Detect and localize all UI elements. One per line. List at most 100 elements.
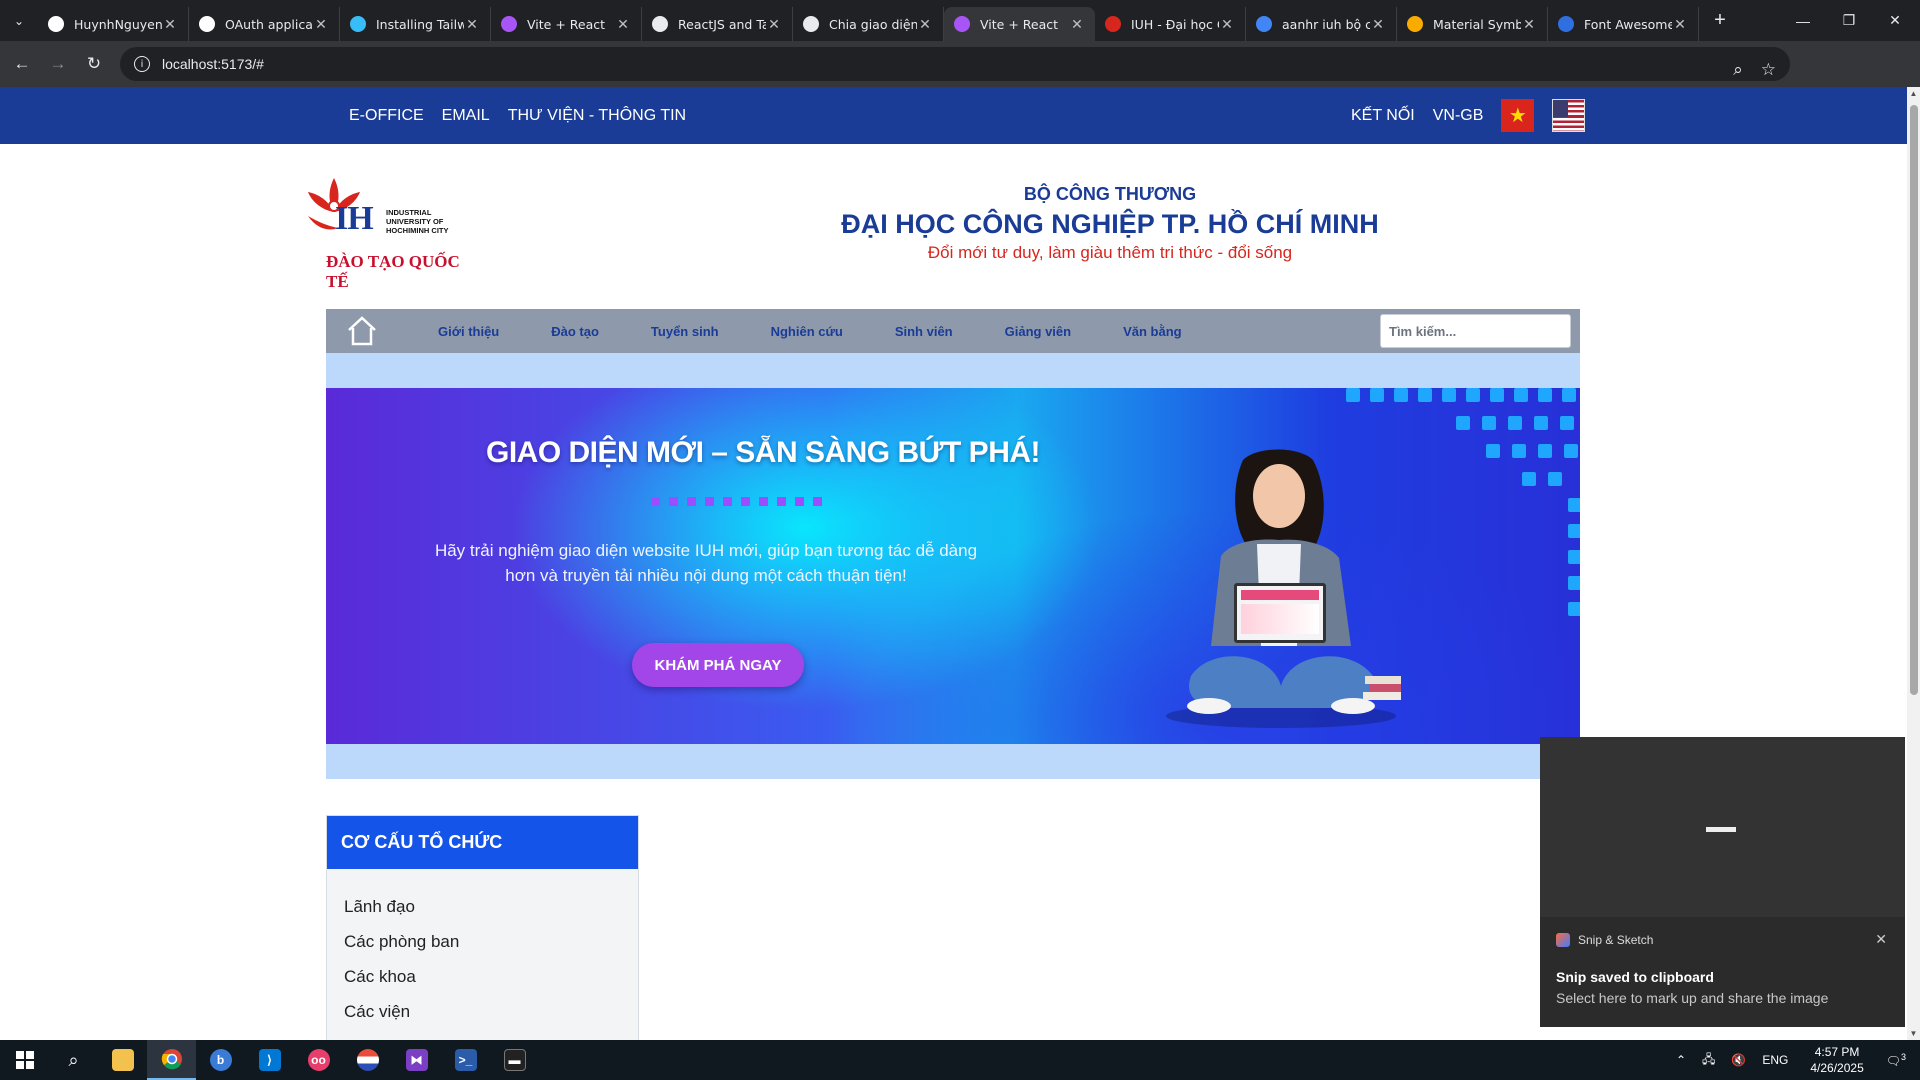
snip-sketch-icon (1556, 933, 1570, 947)
nav-item[interactable]: Giới thiệu (412, 324, 525, 339)
us-flag-icon[interactable] (1552, 99, 1586, 132)
nav-item[interactable]: Tuyển sinh (625, 324, 745, 339)
browser-tab[interactable]: OAuth applicat ✕ (189, 7, 340, 41)
decorative-square (1508, 416, 1522, 430)
back-button[interactable]: ← (4, 46, 40, 82)
language-indicator[interactable]: ENG (1754, 1053, 1796, 1067)
nav-item[interactable]: Sinh viên (869, 324, 979, 339)
top-link[interactable]: E-OFFICE (349, 107, 424, 125)
browser-tab[interactable]: Vite + React ✕ (944, 7, 1095, 41)
close-tab-icon[interactable]: ✕ (464, 16, 480, 33)
browser-tab[interactable]: aanhr iuh bộ cô ✕ (1246, 7, 1397, 41)
sidebar-item[interactable]: Các phòng ban (344, 932, 638, 967)
network-icon[interactable]: 🖧 (1694, 1050, 1723, 1071)
address-bar[interactable]: i localhost:5173/# ⌕ ☆ (120, 47, 1790, 81)
home-button[interactable] (326, 309, 398, 353)
search-input[interactable]: Tìm kiếm... (1380, 314, 1571, 348)
close-tab-icon[interactable]: ✕ (1370, 16, 1386, 33)
taskbar-chrome[interactable] (147, 1040, 196, 1080)
taskbar-file-explorer[interactable] (98, 1040, 147, 1080)
windows-logo-icon (15, 1051, 34, 1069)
forward-button[interactable]: → (40, 46, 76, 82)
taskbar-terminal[interactable]: ▬ (490, 1040, 539, 1080)
iuh-icon (1105, 16, 1121, 32)
chevron-up-icon[interactable]: ⌃ (1668, 1053, 1694, 1067)
language-link[interactable]: VN-GB (1433, 107, 1484, 125)
browser-tab[interactable]: Font Awesome ✕ (1548, 7, 1699, 41)
decorative-square (1514, 388, 1528, 402)
vietnam-flag-icon[interactable]: ★ (1501, 99, 1535, 132)
app-icon: b (209, 1049, 232, 1071)
nav-item[interactable]: Giảng viên (979, 324, 1097, 339)
top-utility-bar: E-OFFICE EMAIL THƯ VIỆN - THÔNG TIN KẾT NỐ… (0, 87, 1907, 144)
taskbar-search-button[interactable]: ⌕ (49, 1040, 98, 1080)
nav-item[interactable]: Đào tạo (525, 324, 625, 339)
tab-title: Font Awesome (1584, 16, 1672, 32)
start-button[interactable] (0, 1040, 49, 1080)
browser-tab[interactable]: IUH - Đại học C ✕ (1095, 7, 1246, 41)
logo-mark: IH (335, 200, 374, 237)
taskbar-visual-studio[interactable]: ⧓ (392, 1040, 441, 1080)
close-notification-icon[interactable]: ✕ (1875, 931, 1887, 948)
zoom-icon[interactable]: ⌕ (1733, 60, 1743, 80)
scroll-down-icon[interactable]: ▼ (1909, 1029, 1918, 1038)
sidebar-item[interactable]: Các viện (344, 1002, 638, 1037)
decorative-square (1490, 388, 1504, 402)
browser-tab[interactable]: Installing Tailw ✕ (340, 7, 491, 41)
top-link[interactable]: EMAIL (442, 107, 490, 125)
explore-button[interactable]: KHÁM PHÁ NGAY (632, 643, 804, 687)
decorative-square (1568, 550, 1580, 564)
nav-item[interactable]: Văn bằng (1097, 324, 1208, 339)
close-tab-icon[interactable]: ✕ (1069, 16, 1085, 33)
close-tab-icon[interactable]: ✕ (917, 16, 933, 33)
decorative-square (1456, 416, 1470, 430)
logo-tagline: ĐÀO TẠO QUỐC TẾ (326, 252, 460, 291)
restore-button[interactable]: ❐ (1826, 0, 1872, 41)
browser-tab[interactable]: Material Symb ✕ (1397, 7, 1548, 41)
tab-title: Installing Tailw (376, 16, 464, 32)
snip-notification[interactable]: Snip & Sketch ✕ Snip saved to clipboard … (1540, 737, 1905, 1027)
close-tab-icon[interactable]: ✕ (615, 16, 631, 33)
hero-banner[interactable]: GIAO DIỆN MỚI – SẴN SÀNG BỨT PHÁ! Hãy tr… (326, 388, 1580, 744)
close-tab-icon[interactable]: ✕ (1521, 16, 1537, 33)
close-tab-icon[interactable]: ✕ (1672, 16, 1688, 33)
minimize-button[interactable]: — (1780, 0, 1826, 41)
tab-search-button[interactable]: ⌄ (0, 0, 38, 41)
taskbar-vscode[interactable]: ⟩ (245, 1040, 294, 1080)
volume-muted-icon[interactable]: 🔇 (1723, 1053, 1754, 1067)
scroll-up-icon[interactable]: ▲ (1909, 89, 1918, 98)
sidebar-item[interactable]: Các khoa (344, 967, 638, 1002)
connect-link[interactable]: KẾT NỐI (1351, 107, 1415, 125)
bookmark-star-icon[interactable]: ☆ (1761, 60, 1776, 80)
close-tab-icon[interactable]: ✕ (162, 16, 178, 33)
taskbar-app-pink[interactable]: oo (294, 1040, 343, 1080)
notification-center-icon[interactable]: 🗨3 (1878, 1052, 1920, 1068)
page-scrollbar[interactable]: ▲ ▼ (1907, 87, 1920, 1040)
scrollbar-thumb[interactable] (1910, 105, 1918, 695)
home-icon (348, 316, 376, 346)
chrome-icon (161, 1049, 182, 1070)
close-tab-icon[interactable]: ✕ (1219, 16, 1235, 33)
nav-item[interactable]: Nghiên cứu (745, 324, 869, 339)
browser-tab[interactable]: ReactJS and Ta ✕ (642, 7, 793, 41)
new-tab-button[interactable]: + (1703, 4, 1737, 38)
browser-tab[interactable]: Vite + React ✕ (491, 7, 642, 41)
taskbar-app-stripes[interactable] (343, 1040, 392, 1080)
sidebar-item[interactable]: Lãnh đạo (344, 897, 638, 932)
taskbar-powershell[interactable]: >_ (441, 1040, 490, 1080)
browser-tab[interactable]: HuynhNguyenl ✕ (38, 7, 189, 41)
top-link[interactable]: THƯ VIỆN - THÔNG TIN (508, 107, 686, 125)
reload-button[interactable]: ↻ (76, 46, 112, 82)
chatgpt-icon (652, 16, 668, 32)
decorative-square (1568, 498, 1580, 512)
iuh-logo[interactable]: IH INDUSTRIAL UNIVERSITY OF HOCHIMINH CI… (300, 174, 470, 291)
site-info-icon[interactable]: i (134, 56, 150, 72)
browser-tab[interactable]: Chia giao diện ✕ (793, 7, 944, 41)
close-tab-icon[interactable]: ✕ (313, 16, 329, 33)
close-window-button[interactable]: ✕ (1872, 0, 1918, 41)
snip-preview[interactable] (1540, 737, 1905, 917)
clock[interactable]: 4:57 PM 4/26/2025 (1796, 1044, 1877, 1076)
close-tab-icon[interactable]: ✕ (766, 16, 782, 33)
vscode-icon: ⟩ (258, 1049, 281, 1071)
taskbar-app-blue[interactable]: b (196, 1040, 245, 1080)
